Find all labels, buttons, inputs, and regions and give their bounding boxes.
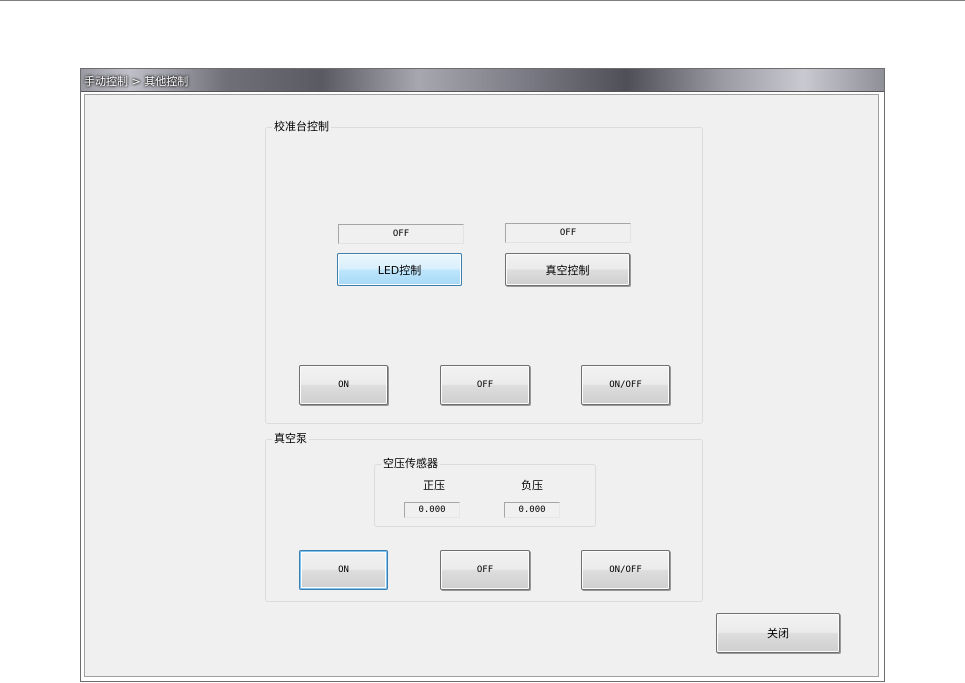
calibration-on-button[interactable]: ON bbox=[299, 365, 388, 405]
positive-pressure-label: 正压 bbox=[423, 479, 445, 492]
vacuum-status-display: OFF bbox=[505, 223, 631, 243]
calibration-group-label: 校准台控制 bbox=[272, 120, 331, 134]
close-button[interactable]: 关闭 bbox=[716, 613, 840, 653]
pump-onoff-button[interactable]: ON/OFF bbox=[581, 550, 670, 590]
vacuum-pump-group: 真空泵 空压传感器 正压 负压 0.000 0.000 ON OFF ON/OF… bbox=[265, 432, 703, 602]
negative-pressure-label: 负压 bbox=[521, 479, 543, 492]
positive-pressure-value: 0.000 bbox=[404, 502, 460, 518]
title-bar[interactable]: 手动控制 > 其他控制 bbox=[81, 69, 884, 92]
vacuum-control-button[interactable]: 真空控制 bbox=[505, 253, 630, 286]
negative-pressure-value: 0.000 bbox=[504, 502, 560, 518]
calibration-off-button[interactable]: OFF bbox=[440, 365, 530, 405]
top-divider bbox=[0, 0, 965, 1]
window-title: 手动控制 > 其他控制 bbox=[84, 75, 189, 88]
pressure-sensor-label: 空压传感器 bbox=[381, 457, 440, 471]
calibration-onoff-button[interactable]: ON/OFF bbox=[581, 365, 670, 405]
pump-on-button[interactable]: ON bbox=[299, 550, 388, 590]
client-area: 校准台控制 OFF OFF LED控制 真空控制 ON OFF ON/OFF 真… bbox=[84, 94, 879, 677]
calibration-group: 校准台控制 OFF OFF LED控制 真空控制 ON OFF ON/OFF bbox=[265, 120, 703, 424]
vacuum-pump-group-label: 真空泵 bbox=[272, 432, 309, 446]
led-control-button[interactable]: LED控制 bbox=[337, 253, 462, 286]
led-status-display: OFF bbox=[338, 224, 464, 244]
pressure-sensor-group: 空压传感器 正压 负压 0.000 0.000 bbox=[374, 457, 596, 527]
dialog-window: 手动控制 > 其他控制 校准台控制 OFF OFF LED控制 真空控制 ON … bbox=[80, 68, 885, 682]
pump-off-button[interactable]: OFF bbox=[440, 550, 530, 590]
